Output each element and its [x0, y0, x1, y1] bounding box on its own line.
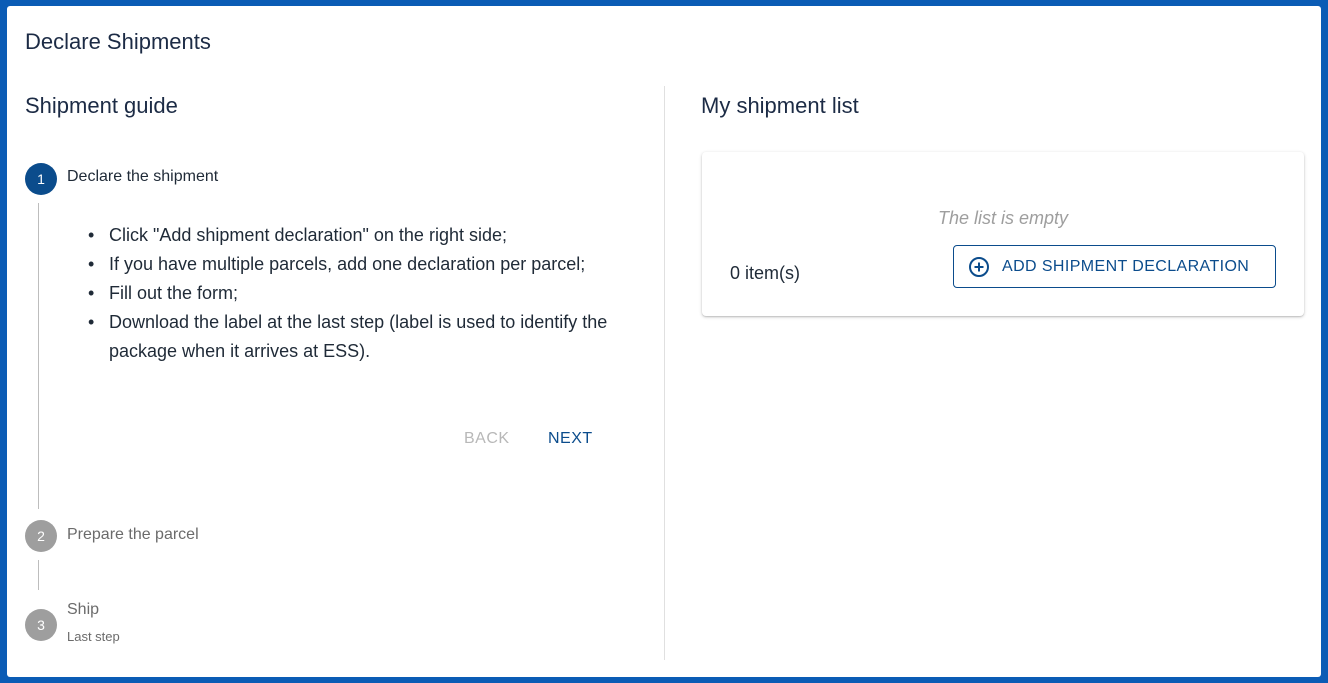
app-window: Declare Shipments Shipment guide 1 Decla…: [7, 6, 1321, 677]
step-connector-2: [38, 560, 39, 590]
step-1-label: Declare the shipment: [67, 168, 219, 185]
step-3-sublabel: Last step: [67, 629, 120, 644]
step-3-label: Ship: [67, 601, 100, 618]
instruction-item: Download the label at the last step (lab…: [88, 308, 628, 366]
instruction-item: Click "Add shipment declaration" on the …: [88, 221, 628, 250]
instructions-list: Click "Add shipment declaration" on the …: [88, 221, 628, 366]
empty-list-message: The list is empty: [937, 208, 1069, 228]
step-2-circle: 2: [25, 520, 57, 552]
instruction-item: If you have multiple parcels, add one de…: [88, 250, 628, 279]
back-button[interactable]: BACK: [464, 430, 510, 448]
instruction-item: Fill out the form;: [88, 279, 628, 308]
step-1-circle: 1: [25, 163, 57, 195]
plus-circle-icon: [969, 256, 989, 277]
shipment-list-title: My shipment list: [701, 93, 859, 118]
item-count: 0 item(s): [730, 263, 801, 283]
shipment-list-card: The list is empty 0 item(s) ADD SHIPMENT…: [702, 152, 1304, 316]
page-title: Declare Shipments: [25, 29, 211, 54]
step-2-label: Prepare the parcel: [67, 526, 199, 543]
step-connector-1: [38, 203, 39, 509]
column-divider: [664, 86, 665, 660]
next-button[interactable]: NEXT: [548, 430, 593, 448]
step-3-circle: 3: [25, 609, 57, 641]
guide-title: Shipment guide: [25, 93, 178, 118]
add-shipment-declaration-label: ADD SHIPMENT DECLARATION: [1002, 257, 1250, 275]
add-shipment-declaration-button[interactable]: ADD SHIPMENT DECLARATION: [953, 245, 1276, 288]
